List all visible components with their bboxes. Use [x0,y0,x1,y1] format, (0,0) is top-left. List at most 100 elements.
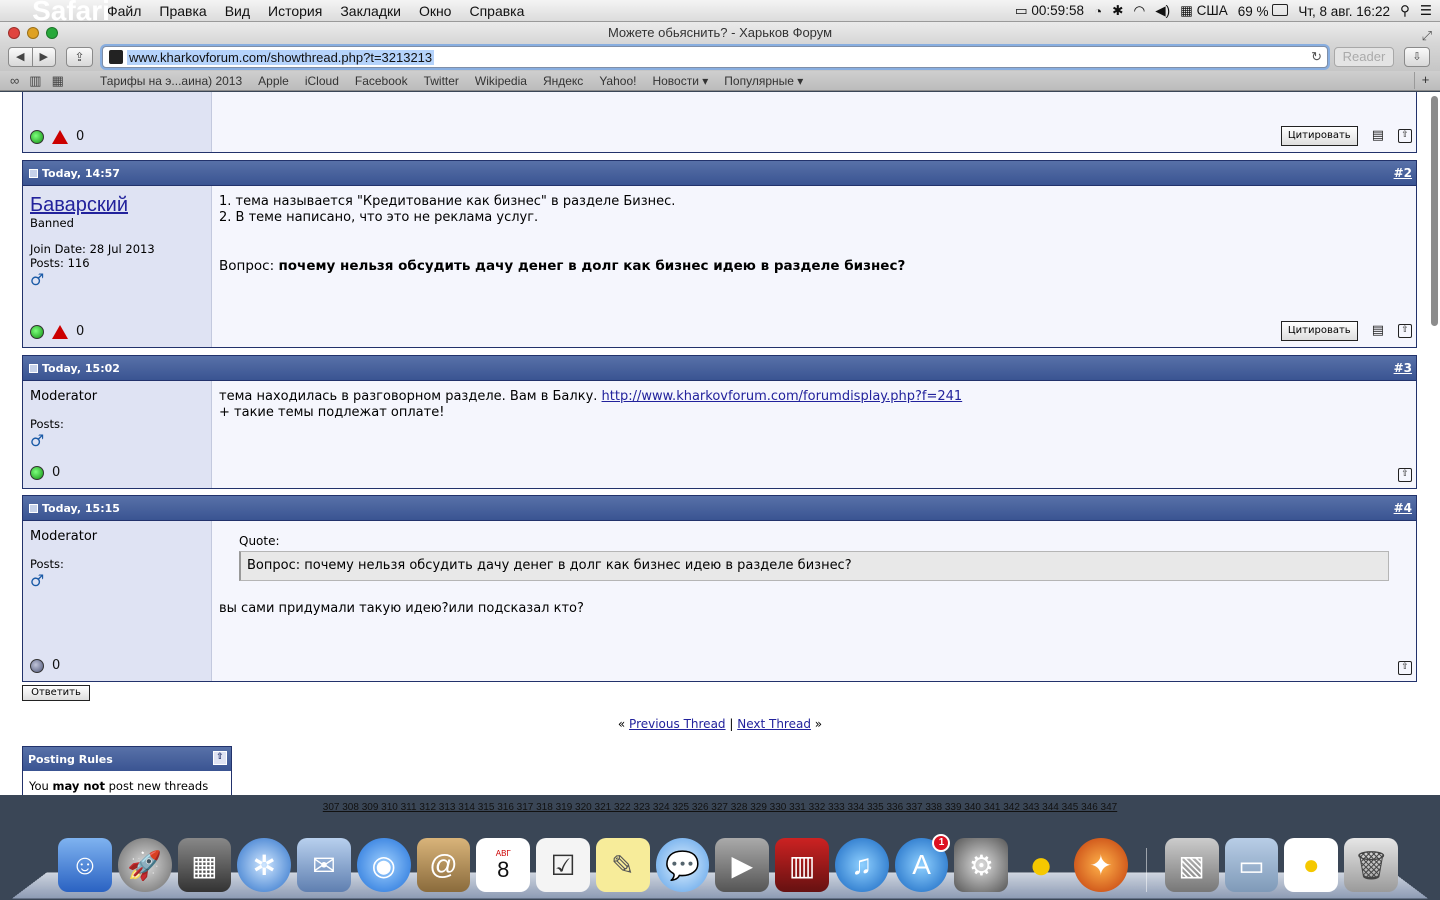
zoom-window-button[interactable] [46,27,58,39]
bookmark-apple[interactable]: Apple [258,74,289,88]
trash-icon[interactable]: 🗑 [1344,838,1398,892]
post-doc-icon [29,169,38,178]
cyberduck-document-icon[interactable]: ● [1284,838,1338,892]
post-2-number-link[interactable]: #2 [1394,166,1412,180]
screenshot-stack-icon[interactable]: ▧ [1165,838,1219,892]
app-store-icon[interactable]: A1 [895,838,949,892]
forum-link[interactable]: http://www.kharkovforum.com/forumdisplay… [602,389,963,404]
post-1-userinfo: 0 [23,92,212,152]
post-4-number-link[interactable]: #4 [1394,501,1412,515]
messages-icon[interactable]: 💬 [656,838,710,892]
bookmark-tariffs[interactable]: Тарифы на э...аина) 2013 [100,74,242,88]
forward-button[interactable]: ▶ [33,48,56,66]
volume-icon[interactable]: ◀) [1155,3,1170,19]
reader-button[interactable]: Reader [1334,47,1394,67]
bookmark-icloud[interactable]: iCloud [305,74,339,88]
calendar-day: 8 [497,859,509,881]
system-preferences-icon[interactable]: ⚙ [954,838,1008,892]
quote-button[interactable]: Цитировать [1281,126,1358,146]
reload-icon[interactable]: ↻ [1311,49,1322,65]
scroll-top-icon[interactable]: ⇧ [1398,129,1412,143]
bookmarks-icon[interactable]: ▥ [29,73,41,89]
menu-help[interactable]: Справка [460,3,533,19]
url-text[interactable]: www.kharkovforum.com/showthread.php?t=32… [127,50,434,65]
launchpad-icon[interactable]: 🚀 [118,838,172,892]
wifi-icon[interactable]: ◠ [1133,3,1145,19]
reply-button[interactable]: Ответить [22,685,90,701]
page-numbers-row[interactable]: 307 308 309 310 311 312 313 314 315 316 … [0,802,1440,813]
post-4-reply-text: вы сами придумали такую идею?или подсказ… [219,601,1409,617]
web-page[interactable]: 0 Цитировать ▤ ⇧ Today, 14:57 #2 Баварск… [0,92,1440,795]
scroll-top-icon[interactable]: ⇧ [1398,661,1412,675]
bookmark-yahoo[interactable]: Yahoo! [599,74,636,88]
menu-window[interactable]: Окно [410,3,461,19]
post-2-time: Today, 14:57 [42,167,120,180]
documents-folder-icon[interactable]: ▭ [1225,838,1279,892]
input-source[interactable]: ▦ США [1180,3,1228,19]
report-icon[interactable] [52,325,68,339]
bookmark-twitter[interactable]: Twitter [424,74,459,88]
bookmark-wikipedia[interactable]: Wikipedia [475,74,527,88]
reading-list-icon[interactable]: ∞ [10,73,19,89]
collapse-icon[interactable]: ⇧ [213,751,227,765]
share-button[interactable]: ⇪ [66,47,93,67]
back-button[interactable]: ◀ [9,48,33,66]
menu-bookmarks[interactable]: Закладки [331,3,410,19]
safari-icon[interactable]: ✲ [237,838,291,892]
menu-edit[interactable]: Правка [150,3,215,19]
offline-status-icon [30,659,44,673]
facetime-icon[interactable]: ▶ [715,838,769,892]
post-2-line-2: 2. В теме написано, что это не реклама у… [219,210,1409,226]
post-2-username[interactable]: Баварский [30,194,204,216]
scroll-top-icon[interactable]: ⇧ [1398,468,1412,482]
top-sites-icon[interactable]: ▦ [52,73,64,89]
menu-view[interactable]: Вид [216,3,259,19]
next-thread-link[interactable]: Next Thread [737,717,811,731]
notes-icon[interactable]: ✎ [596,838,650,892]
minimize-window-button[interactable] [27,27,39,39]
photo-booth-icon[interactable]: ▥ [775,838,829,892]
posting-rules-box: Posting Rules ⇧ You may not post new thr… [22,746,232,795]
mail-icon[interactable]: ✉ [297,838,351,892]
window-title: Можете обьяснить? - Харьков Форум [608,25,832,40]
multi-quote-icon[interactable]: ▤ [1372,128,1384,144]
itunes-icon[interactable]: ♫ [835,838,889,892]
downloads-button[interactable]: ⇩ [1404,47,1430,67]
battery-time-icon[interactable]: ▭ 00:59:58 [1015,3,1084,19]
page-scrollbar[interactable] [1431,96,1438,326]
bookmark-popular-folder[interactable]: Популярные ▾ [724,74,803,88]
messages-app-icon[interactable]: ◉ [357,838,411,892]
bluetooth-icon[interactable]: ✱ [1112,3,1123,19]
bookmark-yandex[interactable]: Яндекс [543,74,583,88]
finder-icon[interactable]: ☺ [58,838,112,892]
cyberduck-icon[interactable]: ● [1014,838,1068,892]
menu-history[interactable]: История [259,3,331,19]
post-3-number-link[interactable]: #3 [1394,361,1412,375]
report-icon[interactable] [52,130,68,144]
close-window-button[interactable] [8,27,20,39]
question-label: Вопрос: [219,258,278,274]
scroll-top-icon[interactable]: ⇧ [1398,324,1412,338]
new-tab-icon[interactable]: + [1414,72,1436,89]
address-bar[interactable]: www.kharkovforum.com/showthread.php?t=32… [102,46,1328,68]
battery-percent: 69 % [1238,4,1269,19]
previous-thread-link[interactable]: Previous Thread [629,717,726,731]
online-status-icon [30,130,44,144]
post-3-line-2: + такие темы подлежат оплате! [219,405,1409,421]
online-status-icon [30,466,44,480]
quote-button[interactable]: Цитировать [1281,321,1358,341]
bookmark-facebook[interactable]: Facebook [355,74,408,88]
spotlight-icon[interactable]: ⚲ [1400,3,1410,19]
clock[interactable]: Чт, 8 авг. 16:22 [1298,4,1390,19]
calendar-icon[interactable]: АВГ 8 [476,838,530,892]
contacts-icon[interactable]: @ [417,838,471,892]
multi-quote-icon[interactable]: ▤ [1372,323,1384,339]
reminders-icon[interactable]: ☑ [536,838,590,892]
bookmark-news-folder[interactable]: Новости ▾ [652,74,708,88]
firefox-icon[interactable]: ✦ [1074,838,1128,892]
mission-control-icon[interactable]: ▦ [178,838,232,892]
notification-center-icon[interactable]: ☰ [1420,3,1432,19]
time-machine-icon[interactable]: ◔ [1094,4,1102,19]
battery-status[interactable]: 69 % [1238,4,1289,19]
post-3-time: Today, 15:02 [42,362,120,375]
